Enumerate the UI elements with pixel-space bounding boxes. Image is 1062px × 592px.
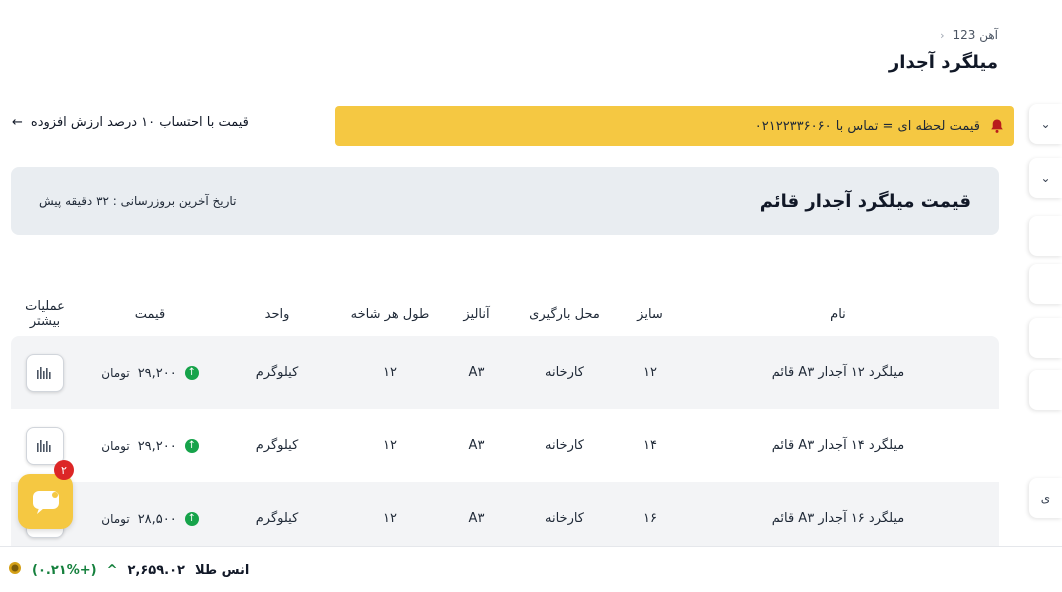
cell-price: ↑ ۲۸,۵۰۰ تومان [79,482,221,555]
table-row: میلگرد ۱۴ آجدار A۳ قائم ۱۴ کارخانه A۳ ۱۲… [11,409,999,482]
price-value: ۲۸,۵۰۰ [137,511,177,527]
caret-up-icon: ^ [106,562,118,578]
bell-icon [988,117,1006,135]
arrow-up-icon: ↑ [184,439,199,454]
last-update-text: تاریخ آخرین بروزرسانی : ۳۲ دقیقه پیش [39,194,237,208]
cell-price: ↑ ۲۹,۲۰۰ تومان [79,336,221,409]
cell-unit: کیلوگرم [221,482,333,555]
right-tab-2[interactable]: ⌄ [1029,158,1062,198]
cell-name[interactable]: میلگرد ۱۶ آجدار A۳ قائم [677,482,999,555]
cell-length: ۱۲ [333,482,447,555]
table-row: میلگرد ۱۶ آجدار A۳ قائم ۱۶ کارخانه A۳ ۱۲… [11,482,999,555]
cell-location: کارخانه [506,482,623,555]
arrow-left-icon: ← [12,115,23,130]
cell-size: ۱۶ [623,482,677,555]
cell-actions [11,336,79,409]
cell-size: ۱۲ [623,336,677,409]
price-ticker: انس طلا ۲,۶۵۹.۰۲ ^ (+۰.۲۱%) [0,546,1062,592]
price-chart-button[interactable] [26,353,64,392]
currency-label: تومان [101,512,130,527]
cell-length: ۱۲ [333,336,447,409]
price-table: نام سایز محل بارگیری آنالیز طول هر شاخه … [11,292,999,555]
column-header: آنالیز [463,306,490,322]
cell-analysis: A۳ [468,438,485,453]
cell-price: ↑ ۲۹,۲۰۰ تومان [79,409,221,482]
column-header: طول هر شاخه [350,306,430,322]
column-header: عملیات بیشتر [25,299,65,329]
currency-label: تومان [101,366,130,381]
right-tab-3[interactable] [1029,216,1062,256]
price-contact-notice: قیمت لحظه ای = تماس با ۰۲۱۲۲۳۳۶۰۶۰ [335,106,1014,146]
cell-analysis: A۳ [447,336,506,409]
vat-price-link[interactable]: قیمت با احتساب ۱۰ درصد ارزش افزوده ← [12,115,249,130]
section-title: قیمت میلگرد آجدار قائم [759,190,971,212]
bar-chart-icon [37,366,51,379]
chat-bubble-icon [32,490,59,514]
page-title: میلگرد آجدار [888,52,998,73]
cell-location: کارخانه [506,336,623,409]
right-tab-4[interactable] [1029,264,1062,304]
right-tab-fragment: ی [1040,491,1051,505]
price-value: ۲۹,۲۰۰ [137,365,177,381]
currency-label: تومان [101,439,130,454]
breadcrumb: آهن 123 ‹ [940,28,998,42]
breadcrumb-parent[interactable]: آهن 123 [952,28,998,42]
cell-name[interactable]: میلگرد ۱۴ آجدار A۳ قائم [677,409,999,482]
column-header: واحد [264,306,290,322]
chat-unread-badge: ۲ [54,460,74,480]
chevron-down-icon: ⌄ [1040,171,1051,185]
price-header-card: قیمت میلگرد آجدار قائم تاریخ آخرین بروزر… [11,167,999,235]
ticker-item-gold[interactable]: انس طلا ۲,۶۵۹.۰۲ ^ (+۰.۲۱%) [8,561,249,579]
ticker-change: (+۰.۲۱%) [32,562,97,578]
arrow-up-icon: ↑ [184,512,199,527]
column-header: سایز [637,306,663,322]
gold-coin-icon [8,561,22,579]
bar-chart-icon [37,439,51,452]
cell-length: ۱۲ [383,438,397,453]
arrow-up-icon: ↑ [184,366,199,381]
right-tab-6[interactable] [1029,370,1062,410]
column-header: محل بارگیری [529,306,600,322]
table-row: میلگرد ۱۲ آجدار A۳ قائم ۱۲ کارخانه A۳ ۱۲… [11,336,999,409]
price-chart-button[interactable] [26,426,64,465]
right-tab-7[interactable]: ی [1029,478,1062,518]
vat-link-text: قیمت با احتساب ۱۰ درصد ارزش افزوده [30,115,249,130]
right-tab-5[interactable] [1029,318,1062,358]
cell-unit: کیلوگرم [221,336,333,409]
column-header: قیمت [134,306,166,322]
chat-widget-button[interactable] [18,474,73,529]
notice-text: قیمت لحظه ای = تماس با ۰۲۱۲۲۳۳۶۰۶۰ [754,118,980,134]
cell-size: ۱۴ [643,438,657,453]
chevron-down-icon: ⌄ [1040,117,1051,131]
right-tab-1[interactable]: ⌄ [1029,104,1062,144]
cell-unit: کیلوگرم [255,438,299,453]
cell-analysis: A۳ [447,482,506,555]
column-header: نام [830,306,846,322]
ticker-label: انس طلا [194,562,250,578]
ticker-price: ۲,۶۵۹.۰۲ [127,562,185,578]
chevron-left-icon: ‹ [940,28,945,42]
cell-location: کارخانه [544,438,584,453]
table-header-row: نام سایز محل بارگیری آنالیز طول هر شاخه … [11,292,999,336]
cell-name[interactable]: میلگرد ۱۲ آجدار A۳ قائم [677,336,999,409]
price-value: ۲۹,۲۰۰ [137,438,177,454]
